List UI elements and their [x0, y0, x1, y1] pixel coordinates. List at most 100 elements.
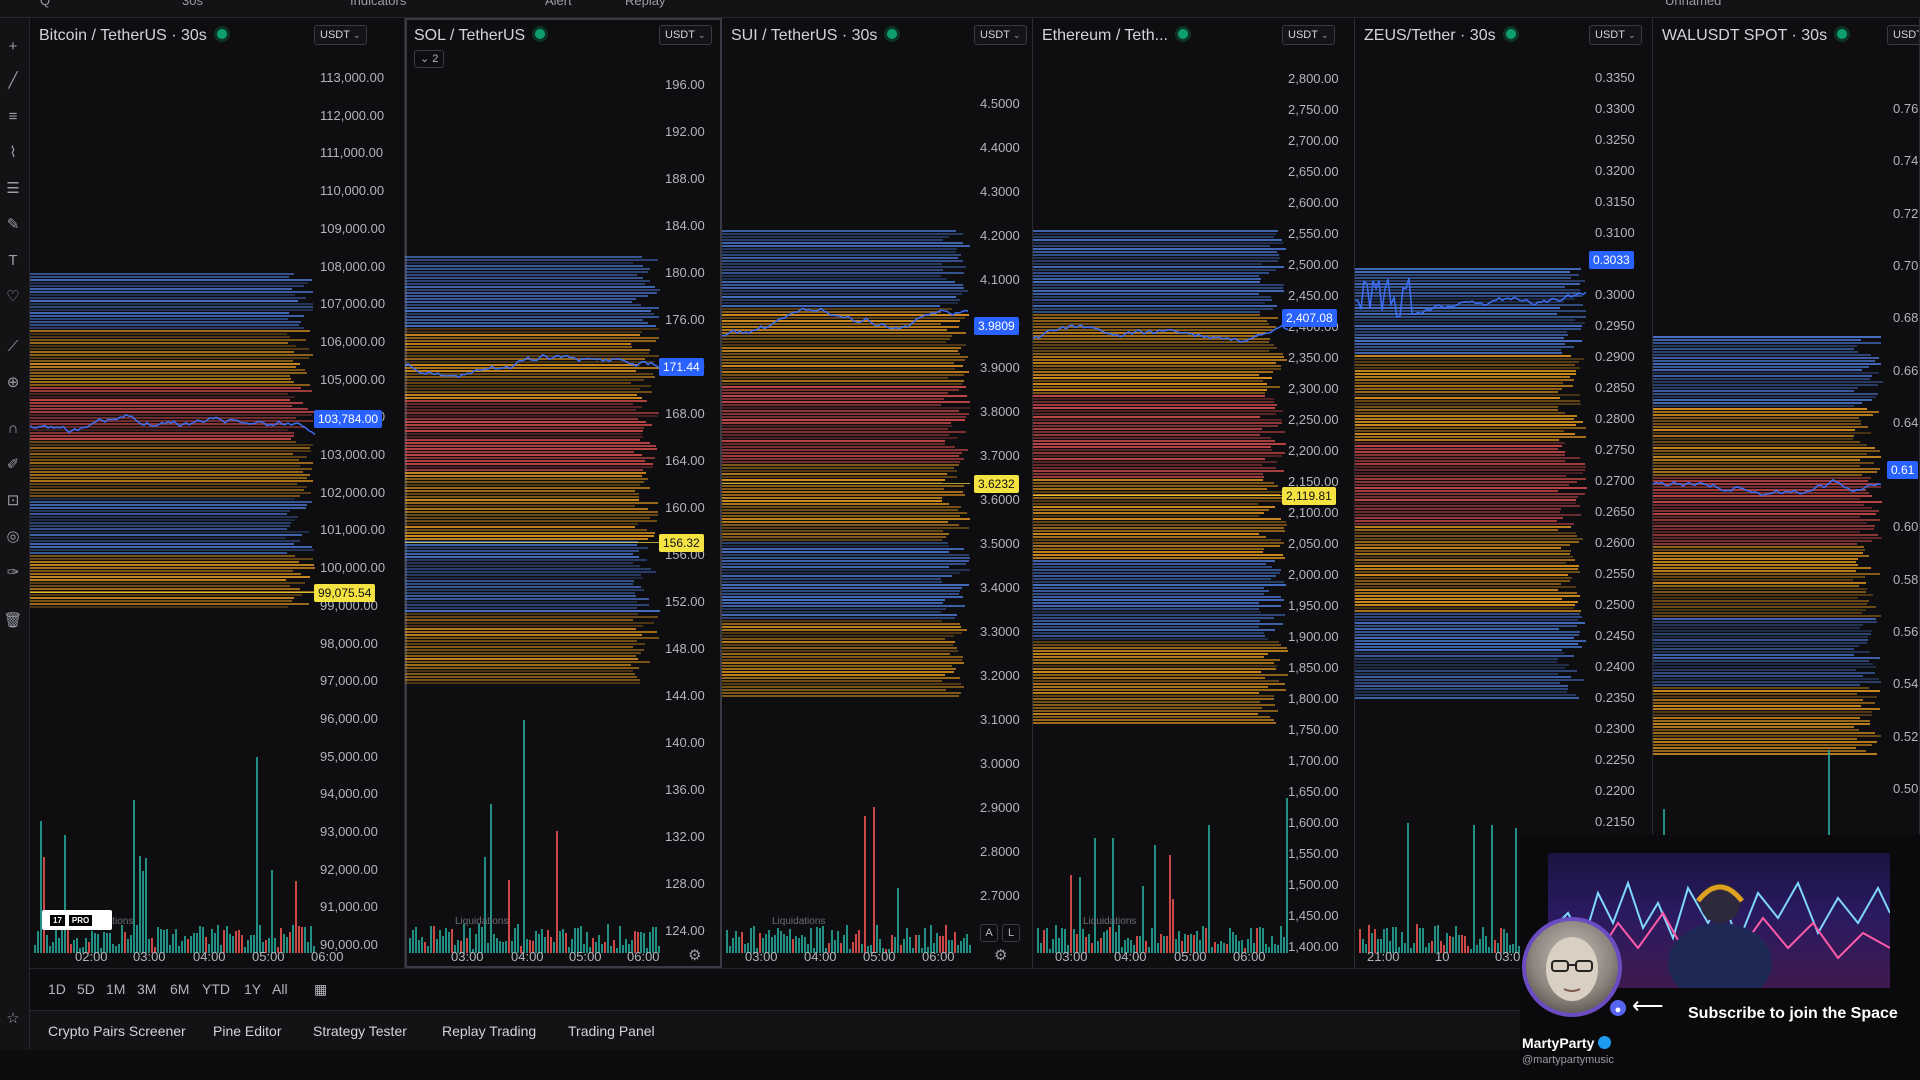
volume-bar — [37, 930, 39, 953]
currency-select-value: USDT — [1893, 29, 1920, 41]
chart-panel-5[interactable]: 0.3350 0.3300 0.3250 0.3200 0.3150 0.3100 0.30… — [1355, 18, 1653, 968]
trash-icon[interactable]: 🗑 — [2, 610, 24, 632]
tab-crypto-pairs-screener[interactable]: Crypto Pairs Screener — [48, 1023, 186, 1039]
price-axis-tick: 3.0000 — [980, 756, 1020, 771]
auto-scale-button[interactable]: A — [980, 924, 998, 942]
pen-icon[interactable]: ✑ — [2, 562, 24, 584]
currency-select[interactable]: USDT⌄ — [1887, 25, 1920, 45]
volume-bar — [789, 928, 791, 953]
price-axis-tick: 97,000.00 — [320, 673, 378, 689]
range-button-1m[interactable]: 1M — [106, 981, 125, 997]
price-axis-tick: 0.72 — [1893, 205, 1919, 221]
price-axis-tick: 1,950.00 — [1288, 598, 1339, 613]
volume-bar — [1413, 943, 1415, 953]
lock-drawing-icon[interactable]: ✐ — [2, 454, 24, 476]
volume-bar — [1100, 938, 1102, 953]
volume-bar — [786, 936, 788, 953]
zoom-icon[interactable]: ⊕ — [2, 372, 24, 394]
brush-icon[interactable]: ✎ — [2, 214, 24, 236]
symbol-search-button[interactable]: Q — [40, 0, 50, 8]
gear-icon[interactable]: ⚙ — [994, 946, 1007, 964]
liquidations-overlay-label: Liquidations — [455, 916, 509, 927]
volume-bar — [169, 945, 171, 953]
range-button-1d[interactable]: 1D — [48, 981, 66, 997]
chart-panel-3[interactable]: 4.50004.40004.30004.20004.10004.00003.90… — [722, 18, 1033, 968]
range-button-3m[interactable]: 3M — [137, 981, 156, 997]
log-scale-button[interactable]: L — [1002, 924, 1020, 942]
last-price-label: 0.61 — [1887, 461, 1919, 479]
tab-replay-trading[interactable]: Replay Trading — [442, 1023, 536, 1039]
chart-title[interactable]: WALUSDT SPOT · 30s — [1662, 27, 1848, 45]
chart-panel-4[interactable]: 2,800.00 2,750.00 2,700.00 2,650.00 2,600.00… — [1033, 18, 1355, 968]
chart-panel-1[interactable]: 113,000.00 112,000.00 111,000.00 110,000.00… — [30, 18, 405, 968]
eye-icon[interactable]: ◎ — [2, 526, 24, 548]
gear-icon[interactable]: ⚙ — [688, 946, 701, 964]
text-icon[interactable]: T — [2, 250, 24, 272]
volume-bar — [115, 945, 117, 953]
crosshair-icon[interactable]: + — [2, 36, 24, 58]
range-button-1y[interactable]: 1Y — [244, 981, 261, 997]
volume-bar — [1052, 939, 1054, 953]
heart-icon[interactable]: ♡ — [2, 286, 24, 308]
volume-bar — [1280, 925, 1282, 953]
range-button-6m[interactable]: 6M — [170, 981, 189, 997]
volume-bar — [1106, 929, 1108, 953]
currency-select[interactable]: USDT⌄ — [1589, 25, 1642, 45]
chart-title[interactable]: ZEUS/Tether · 30s — [1364, 27, 1516, 45]
timeframe-button[interactable]: 30s — [182, 0, 203, 8]
ruler-icon[interactable]: ⟋ — [2, 336, 24, 358]
layout-name-button[interactable]: Unnamed — [1665, 0, 1721, 8]
currency-select[interactable]: USDT⌄ — [974, 25, 1027, 45]
price-axis-tick: 2,350.00 — [1288, 350, 1339, 365]
subscribe-cta[interactable]: Subscribe to join the Space — [1688, 1005, 1898, 1023]
price-axis-tick: 105,000.00 — [320, 371, 386, 387]
chart-title-text: Bitcoin / TetherUS · 30s — [39, 27, 207, 44]
price-axis-tick: 91,000.00 — [320, 899, 378, 915]
drawing-toolbar: + ╱ ≡ ⌇ ☰ ✎ T ♡ ⟋ ⊕ ∩ ✐ ⊡ ◎ ✑ 🗑 ☆ — [0, 18, 30, 1080]
star-icon[interactable]: ☆ — [2, 1008, 24, 1030]
chart-title[interactable]: Bitcoin / TetherUS · 30s — [39, 27, 227, 45]
trend-line-icon[interactable]: ╱ — [2, 70, 24, 92]
price-axis-tick: 4.2000 — [980, 228, 1020, 243]
tab-strategy-tester[interactable]: Strategy Tester — [313, 1023, 407, 1039]
replay-button[interactable]: Replay — [625, 0, 665, 8]
fib-icon[interactable]: ≡ — [2, 106, 24, 128]
lock-icon[interactable]: ⊡ — [2, 490, 24, 512]
range-button-all[interactable]: All — [272, 981, 288, 997]
chart-title[interactable]: SUI / TetherUS · 30s — [731, 27, 898, 45]
chart-panel-2[interactable]: 196.00192.00188.00184.00180.00176.00172.… — [405, 18, 722, 968]
chart-title[interactable]: Ethereum / Teth... — [1042, 27, 1188, 45]
forecast-icon[interactable]: ☰ — [2, 178, 24, 200]
tab-pine-editor[interactable]: Pine Editor — [213, 1023, 281, 1039]
tab-trading-panel[interactable]: Trading Panel — [568, 1023, 655, 1039]
price-axis-tick: 0.2650 — [1595, 504, 1635, 519]
price-axis-tick: 1,550.00 — [1288, 846, 1339, 861]
price-axis-tick: 0.3350 — [1595, 70, 1635, 85]
volume-bar — [1407, 823, 1409, 953]
range-button-ytd[interactable]: YTD — [202, 981, 230, 997]
alert-button[interactable]: Alert — [545, 0, 572, 8]
time-axis-tick: 05:00 — [252, 949, 285, 964]
currency-select[interactable]: USDT⌄ — [314, 25, 367, 45]
indicators-button[interactable]: Indicators — [350, 0, 406, 8]
reference-price-label: 3.6232 — [974, 475, 1019, 493]
price-axis-tick: 0.2400 — [1595, 659, 1635, 674]
volume-bar — [124, 932, 126, 953]
magnet-icon[interactable]: ∩ — [2, 418, 24, 440]
price-axis-tick: 0.2550 — [1595, 566, 1635, 581]
price-axis-tick: 1,800.00 — [1288, 691, 1339, 706]
indicator-collapse-button[interactable]: ⌄ 2 — [414, 50, 445, 68]
volume-bar — [229, 934, 231, 953]
currency-select[interactable]: USDT⌄ — [659, 25, 712, 45]
volume-bar — [1455, 925, 1457, 953]
price-axis-tick: 168.00 — [665, 406, 705, 421]
live-status-icon — [887, 29, 898, 39]
chart-panel-6[interactable]: 0.760.740.720.700.680.660.640.620.600.58… — [1653, 18, 1920, 968]
calendar-icon[interactable]: ▦ — [314, 981, 327, 998]
price-axis-tick: 0.2850 — [1595, 380, 1635, 395]
pattern-icon[interactable]: ⌇ — [2, 142, 24, 164]
currency-select[interactable]: USDT⌄ — [1282, 25, 1335, 45]
chart-title[interactable]: SOL / TetherUS — [414, 27, 546, 45]
currency-select-value: USDT — [980, 29, 1010, 41]
range-button-5d[interactable]: 5D — [77, 981, 95, 997]
